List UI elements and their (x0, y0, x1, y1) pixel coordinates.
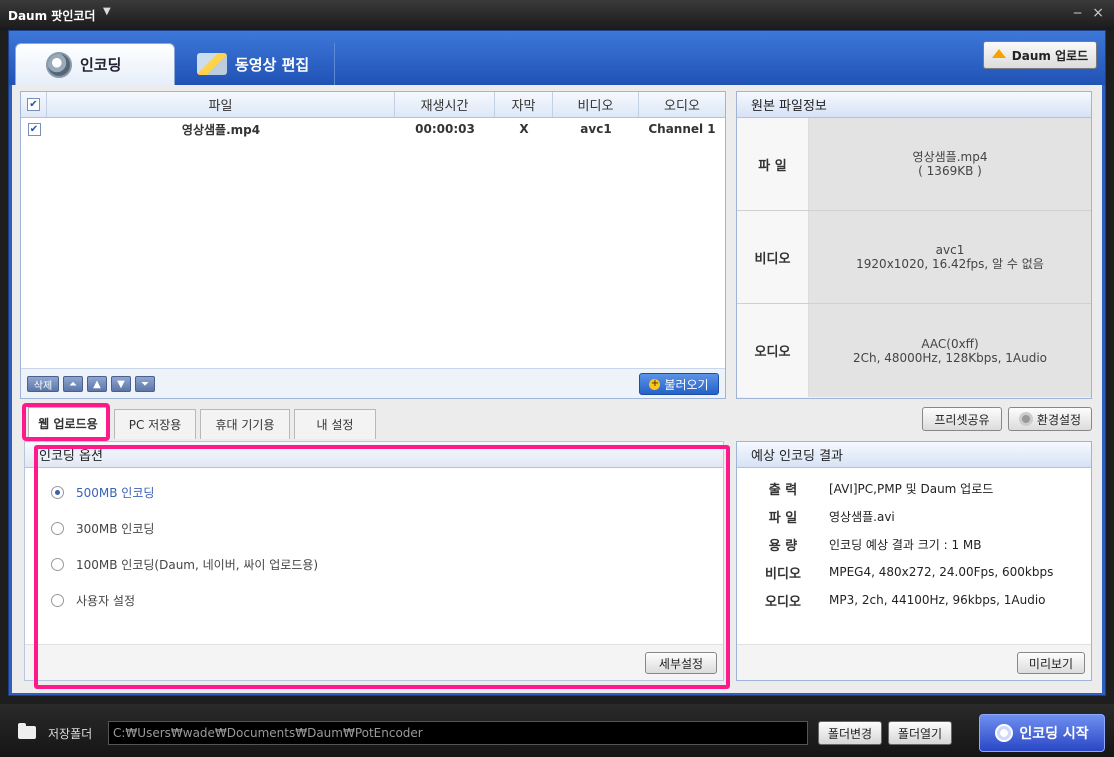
result-audio-value: MP3, 2ch, 44100Hz, 96kbps, 1Audio (829, 593, 1046, 607)
result-audio-row: 오디오 MP3, 2ch, 44100Hz, 96kbps, 1Audio (737, 590, 1046, 610)
source-audio-detail: 2Ch, 48000Hz, 128Kbps, 1Audio (852, 350, 1047, 365)
result-output-row: 출 력 [AVI]PC,PMP 및 Daum 업로드 (737, 478, 994, 498)
header-audio[interactable]: 오디오 (639, 92, 725, 117)
bottom-bar: 저장폴더 C:₩Users₩wade₩Documents₩Daum₩PotEnc… (0, 704, 1114, 757)
minimize-button[interactable]: ‒ (1073, 5, 1082, 21)
source-audio-row: 오디오 AAC(0xff) 2Ch, 48000Hz, 128Kbps, 1Au… (737, 304, 1091, 397)
source-file-size: ( 1369KB ) (918, 164, 982, 178)
gear-icon (1018, 412, 1033, 426)
move-top-button[interactable]: ⏶ (63, 376, 83, 392)
source-file-label: 파 일 (737, 118, 809, 210)
source-file-info: 원본 파일정보 파 일 영상샘플.mp4 ( 1369KB ) 비디오 avc1… (736, 91, 1092, 399)
source-audio-label: 오디오 (737, 304, 809, 397)
result-file-label: 파 일 (768, 510, 798, 526)
header-subtitle[interactable]: 자막 (495, 92, 553, 117)
result-output-value: [AVI]PC,PMP 및 Daum 업로드 (829, 481, 994, 496)
encoding-icon (46, 51, 72, 78)
delete-button[interactable]: 삭제 (27, 376, 59, 392)
daum-upload-button[interactable]: Daum 업로드 (983, 41, 1097, 69)
highlight-web-upload-tab (22, 403, 110, 441)
upload-arrow-icon (991, 48, 1006, 58)
settings-label: 환경설정 (1036, 412, 1082, 427)
preview-button[interactable]: 미리보기 (1017, 652, 1085, 674)
expected-result-title: 예상 인코딩 결과 (737, 442, 1091, 468)
result-video-value: MPEG4, 480x272, 24.00Fps, 600kbps (829, 565, 1054, 579)
result-file-value: 영상샘플.avi (829, 509, 895, 524)
app-title: Daum 팟인코더 (8, 9, 96, 23)
source-file-name: 영상샘플.mp4 (912, 150, 988, 164)
load-button[interactable]: + 불러오기 (639, 373, 719, 395)
content-area: ✔ 파일 재생시간 자막 비디오 오디오 ✔ 영상샘플.mp4 00:00:03… (12, 85, 1102, 693)
expected-result-footer: 미리보기 (737, 644, 1091, 680)
film-reel-icon (995, 724, 1014, 742)
result-video-row: 비디오 MPEG4, 480x272, 24.00Fps, 600kbps (737, 562, 1053, 582)
result-size-row: 용 량 인코딩 예상 결과 크기 : 1 MB (737, 534, 982, 554)
tab-video-edit-label: 동영상 편집 (235, 55, 310, 74)
row-video: avc1 (580, 122, 612, 136)
load-label: 불러오기 (664, 377, 709, 392)
source-video-label: 비디오 (737, 211, 809, 303)
header-duration[interactable]: 재생시간 (395, 92, 495, 117)
header-video[interactable]: 비디오 (553, 92, 639, 117)
select-all-checkbox[interactable]: ✔ (27, 98, 40, 111)
header-file[interactable]: 파일 (47, 92, 395, 117)
table-row[interactable]: ✔ 영상샘플.mp4 00:00:03 X avc1 Channel 1 (21, 118, 725, 140)
preset-share-button[interactable]: 프리셋공유 (922, 407, 1002, 431)
source-video-codec: avc1 (935, 243, 965, 257)
title-bar: Daum 팟인코더 ▼ ‒ × (0, 0, 1114, 30)
move-up-button[interactable]: ▲ (87, 376, 107, 392)
result-video-label: 비디오 (765, 566, 801, 582)
start-encoding-label: 인코딩 시작 (1019, 726, 1089, 742)
daum-upload-label: Daum 업로드 (1011, 48, 1089, 63)
start-encoding-button[interactable]: 인코딩 시작 (979, 714, 1105, 752)
open-folder-button[interactable]: 폴더열기 (888, 721, 952, 745)
result-size-value: 인코딩 예상 결과 크기 : 1 MB (829, 537, 982, 552)
source-audio-codec: AAC(0xff) (921, 336, 979, 351)
change-folder-button[interactable]: 폴더변경 (818, 721, 882, 745)
source-video-detail: 1920x1020, 16.42fps, 알 수 없음 (856, 257, 1044, 271)
result-audio-label: 오디오 (765, 594, 801, 610)
close-button[interactable]: × (1092, 5, 1104, 21)
title-dropdown-icon[interactable]: ▼ (103, 6, 111, 17)
expected-result-panel: 예상 인코딩 결과 출 력 [AVI]PC,PMP 및 Daum 업로드 파 일… (736, 441, 1092, 681)
row-audio: Channel 1 (648, 122, 716, 136)
file-list: ✔ 파일 재생시간 자막 비디오 오디오 ✔ 영상샘플.mp4 00:00:03… (20, 91, 726, 399)
main-tab-bar: 인코딩 동영상 편집 Daum 업로드 (9, 31, 1105, 85)
save-folder-label: 저장폴더 (48, 727, 93, 741)
row-checkbox[interactable]: ✔ (27, 122, 41, 136)
result-output-label: 출 력 (768, 482, 798, 498)
row-subtitle: X (519, 122, 529, 136)
row-file: 영상샘플.mp4 (181, 122, 261, 137)
tab-pc-save[interactable]: PC 저장용 (114, 409, 196, 439)
highlight-encoding-options (34, 445, 730, 689)
source-video-row: 비디오 avc1 1920x1020, 16.42fps, 알 수 없음 (737, 211, 1091, 304)
source-file-row: 파 일 영상샘플.mp4 ( 1369KB ) (737, 118, 1091, 211)
file-list-header: ✔ 파일 재생시간 자막 비디오 오디오 (21, 92, 725, 118)
tab-video-edit[interactable]: 동영상 편집 (185, 43, 335, 85)
row-duration: 00:00:03 (415, 122, 475, 136)
tab-mobile[interactable]: 휴대 기기용 (200, 409, 290, 439)
result-size-label: 용 량 (768, 538, 798, 554)
folder-icon (18, 723, 36, 739)
video-edit-icon (197, 53, 227, 75)
result-file-row: 파 일 영상샘플.avi (737, 506, 895, 526)
tab-encoding[interactable]: 인코딩 (15, 43, 175, 85)
move-bottom-button[interactable]: ⏷ (135, 376, 155, 392)
settings-button[interactable]: 환경설정 (1008, 407, 1092, 431)
tab-encoding-label: 인코딩 (80, 56, 122, 74)
file-list-toolbar: 삭제 ⏶ ▲ ▼ ⏷ + 불러오기 (21, 368, 725, 398)
tab-my-settings[interactable]: 내 설정 (294, 409, 376, 439)
main-window: 인코딩 동영상 편집 Daum 업로드 ✔ 파일 재생시간 자막 비디오 오디오… (8, 30, 1106, 696)
plus-icon: + (649, 377, 661, 390)
move-down-button[interactable]: ▼ (111, 376, 131, 392)
source-info-title: 원본 파일정보 (737, 92, 1091, 118)
save-path-field[interactable]: C:₩Users₩wade₩Documents₩Daum₩PotEncoder (108, 721, 808, 745)
